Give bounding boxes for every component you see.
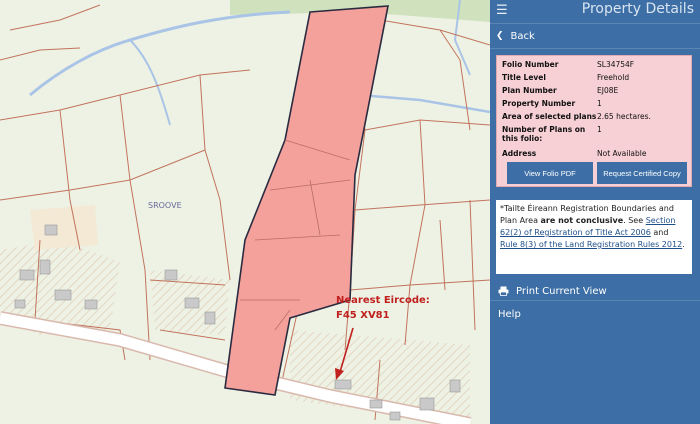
print-label: Print Current View <box>516 285 607 297</box>
help-label: Help <box>498 308 521 320</box>
view-folio-pdf-button[interactable]: View Folio PDF <box>507 162 593 184</box>
title-level-label: Title Level <box>502 73 546 82</box>
plans-count-value: 1 <box>597 125 602 134</box>
print-current-view-button[interactable]: Print Current View <box>490 282 700 301</box>
note-mid: . See <box>623 216 646 225</box>
folio-number-label: Folio Number <box>502 60 559 69</box>
folio-details-box: Folio Number SL34754F Title Level Freeho… <box>496 55 692 187</box>
plans-count-label: Number of Plans on this folio: <box>502 125 586 143</box>
note-and: and <box>650 228 669 237</box>
chevron-left-icon: ❮ <box>496 31 504 41</box>
back-label: Back <box>510 30 535 42</box>
plan-number-value: EJ08E <box>597 86 619 95</box>
townland-label: SROOVE <box>148 201 182 210</box>
panel-header: ☰ Property Details <box>490 0 700 22</box>
note-end: . <box>682 240 685 249</box>
folio-number-value: SL34754F <box>597 60 635 69</box>
panel-title: Property Details <box>581 1 694 17</box>
hamburger-icon[interactable]: ☰ <box>496 3 508 18</box>
request-certified-copy-button[interactable]: Request Certified Copy <box>597 162 687 184</box>
property-number-value: 1 <box>597 99 602 108</box>
eircode-annotation-line1: Nearest Eircode: <box>336 295 430 306</box>
area-value: 2.65 hectares. <box>597 112 651 121</box>
property-details-panel: ☰ Property Details ❮ Back Folio Number S… <box>490 0 700 424</box>
eircode-annotation-line2: F45 XV81 <box>336 310 390 321</box>
map-view[interactable]: SROOVE Nearest Eircode: F45 XV81 <box>0 0 490 424</box>
note-bold: are not conclusive <box>540 216 624 225</box>
area-label: Area of selected plans <box>502 112 597 121</box>
back-button[interactable]: ❮ Back <box>490 23 700 49</box>
address-label: Address <box>502 149 537 158</box>
disclaimer-note: *Tailte Éireann Registration Boundaries … <box>496 200 692 274</box>
help-button[interactable]: Help <box>490 304 700 324</box>
plan-number-label: Plan Number <box>502 86 557 95</box>
address-value: Not Available <box>597 149 647 158</box>
printer-icon <box>498 286 509 296</box>
title-level-value: Freehold <box>597 73 630 82</box>
property-number-label: Property Number <box>502 99 576 108</box>
rule-8-link[interactable]: Rule 8(3) of the Land Registration Rules… <box>500 240 682 249</box>
